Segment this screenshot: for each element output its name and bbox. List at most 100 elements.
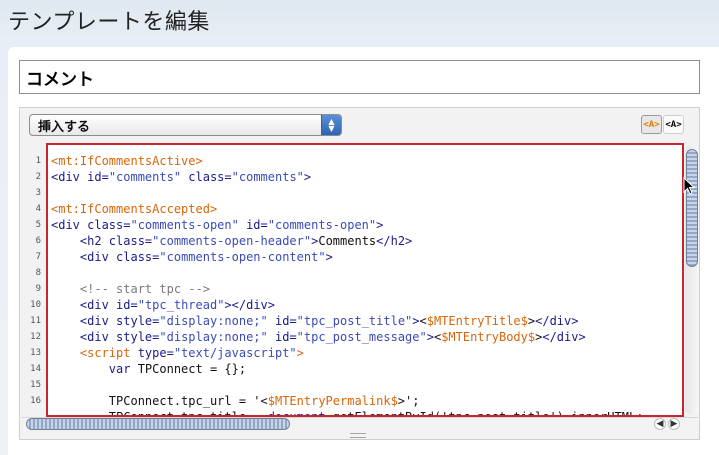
line-number: 11 — [30, 316, 41, 326]
code-token: > — [303, 170, 312, 184]
code-token: id= — [87, 170, 109, 184]
code-line[interactable]: <!-- start tpc --> — [51, 281, 682, 297]
right-arrow-icon[interactable]: ▶ — [668, 418, 680, 430]
line-number: 15 — [30, 380, 41, 390]
code-token: $MTEntryBody$ — [441, 330, 536, 344]
line-number: 1 — [35, 156, 41, 166]
left-arrow-icon[interactable]: ◀ — [654, 418, 666, 430]
code-token: <div — [51, 218, 88, 232]
code-token: > — [376, 218, 384, 232]
insert-select-label: 挿入する — [38, 119, 91, 135]
code-token: <script — [51, 346, 138, 360]
code-token: <h2 — [51, 234, 109, 248]
line-number: 12 — [30, 332, 41, 342]
code-token: "display:none;" — [159, 330, 268, 344]
code-token: "text/javascript" — [173, 346, 297, 360]
line-number: 4 — [35, 204, 41, 214]
code-line[interactable]: TPConnect.tpc_title = document.getElemen… — [51, 409, 682, 417]
insert-select[interactable]: 挿入する ▲ ▼ — [29, 114, 342, 136]
code-token: style= — [116, 330, 160, 344]
code-token: "comments-open" — [130, 218, 239, 232]
code-token: "comments" — [108, 170, 182, 184]
code-token: < — [419, 314, 427, 328]
line-number: 7 — [35, 252, 41, 262]
line-number: 9 — [35, 284, 41, 294]
code-token: </h2> — [376, 234, 413, 248]
code-token: >'; — [397, 394, 420, 408]
code-token: "comments-open-content" — [159, 250, 326, 264]
code-token: "comments-open" — [267, 218, 377, 232]
code-token: > — [412, 314, 420, 328]
code-token: <mt:IfCommentsActive> — [51, 154, 203, 168]
code-token: </div> — [542, 330, 586, 344]
code-token: style= — [116, 314, 160, 328]
code-line[interactable] — [51, 185, 682, 201]
code-token: </div> — [535, 314, 579, 328]
code-line[interactable]: <div id="comments" class="comments"> — [51, 169, 682, 185]
updown-arrows-icon: ▲ ▼ — [321, 115, 341, 135]
code-token: TPConnect.tpc_url = '< — [51, 394, 268, 408]
code-token: <div — [51, 250, 117, 264]
page-title: テンプレートを編集 — [8, 10, 210, 35]
code-line[interactable]: <mt:IfCommentsActive> — [51, 153, 682, 169]
line-number: 5 — [35, 220, 41, 230]
resize-handle[interactable] — [350, 433, 366, 438]
code-token: <div — [51, 330, 117, 344]
code-token: TPConnect = {}; — [137, 362, 247, 376]
code-line[interactable]: <h2 class="comments-open-header">Comment… — [51, 233, 682, 249]
code-token: class= — [181, 170, 232, 184]
code-token: <div — [51, 298, 117, 312]
code-token: > — [296, 346, 304, 360]
code-token: TPConnect.tpc_title = — [51, 410, 268, 417]
code-line[interactable]: <div id="tpc_thread"></div> — [51, 297, 682, 313]
code-token: id= — [267, 314, 297, 328]
code-token: id= — [238, 218, 268, 232]
code-line[interactable]: <div class="comments-open" id="comments-… — [51, 217, 682, 233]
vertical-scroll-thumb[interactable] — [686, 149, 698, 267]
code-line[interactable]: <div class="comments-open-content"> — [51, 249, 682, 265]
line-number-gutter: 1 2 3 4 5 6 7 8 9 10 11 12 13 14 15 16 — [20, 143, 46, 415]
horizontal-scroll-thumb[interactable] — [26, 418, 290, 430]
code-token: class= — [108, 234, 153, 248]
code-token: .getElementById('tpc_post_title').innerH… — [325, 410, 644, 417]
code-line[interactable]: TPConnect.tpc_url = '<$MTEntryPermalink$… — [51, 393, 682, 409]
code-token: <div — [51, 314, 117, 328]
code-line[interactable] — [51, 265, 682, 281]
code-token: type= — [137, 346, 174, 360]
code-token: var — [51, 362, 138, 376]
code-token: Comments — [318, 234, 377, 248]
template-name-input[interactable]: コメント — [19, 60, 700, 94]
code-token: "comments" — [231, 170, 304, 184]
code-token: > — [426, 330, 434, 344]
syntax-highlight-toggle[interactable]: <A> — [641, 115, 662, 134]
line-number: 6 — [35, 236, 41, 246]
line-number: 2 — [35, 172, 41, 182]
code-token: id= — [116, 298, 138, 312]
line-number: 14 — [30, 364, 41, 374]
code-token: "comments-open-header" — [152, 234, 312, 248]
line-number: 3 — [35, 188, 41, 198]
code-token: class= — [87, 218, 131, 232]
code-token: <mt:IfCommentsAccepted> — [51, 202, 218, 216]
code-line[interactable] — [51, 377, 682, 393]
code-token: "tpc_post_message" — [296, 330, 427, 344]
line-number: 8 — [35, 268, 41, 278]
code-token: "display:none;" — [159, 314, 268, 328]
code-token: ></div> — [224, 298, 275, 312]
line-number: 13 — [30, 348, 41, 358]
code-token: <div — [51, 170, 88, 184]
code-editor[interactable]: <mt:IfCommentsActive> <div id="comments" … — [46, 143, 684, 417]
code-line[interactable]: <div style="display:none;" id="tpc_post_… — [51, 329, 682, 345]
code-token: <!-- start tpc --> — [51, 282, 210, 296]
code-token: $MTEntryTitle$ — [426, 314, 528, 328]
line-number: 16 — [30, 396, 41, 406]
code-line[interactable]: <div style="display:none;" id="tpc_post_… — [51, 313, 682, 329]
code-line[interactable]: var TPConnect = {}; — [51, 361, 682, 377]
code-token: $MTEntryPermalink$ — [267, 394, 398, 408]
code-line[interactable]: <mt:IfCommentsAccepted> — [51, 201, 682, 217]
code-token: "tpc_thread" — [137, 298, 225, 312]
plain-text-toggle[interactable]: <A> — [663, 115, 684, 134]
code-token: document — [267, 410, 326, 417]
code-token: id= — [267, 330, 297, 344]
code-line[interactable]: <script type="text/javascript"> — [51, 345, 682, 361]
